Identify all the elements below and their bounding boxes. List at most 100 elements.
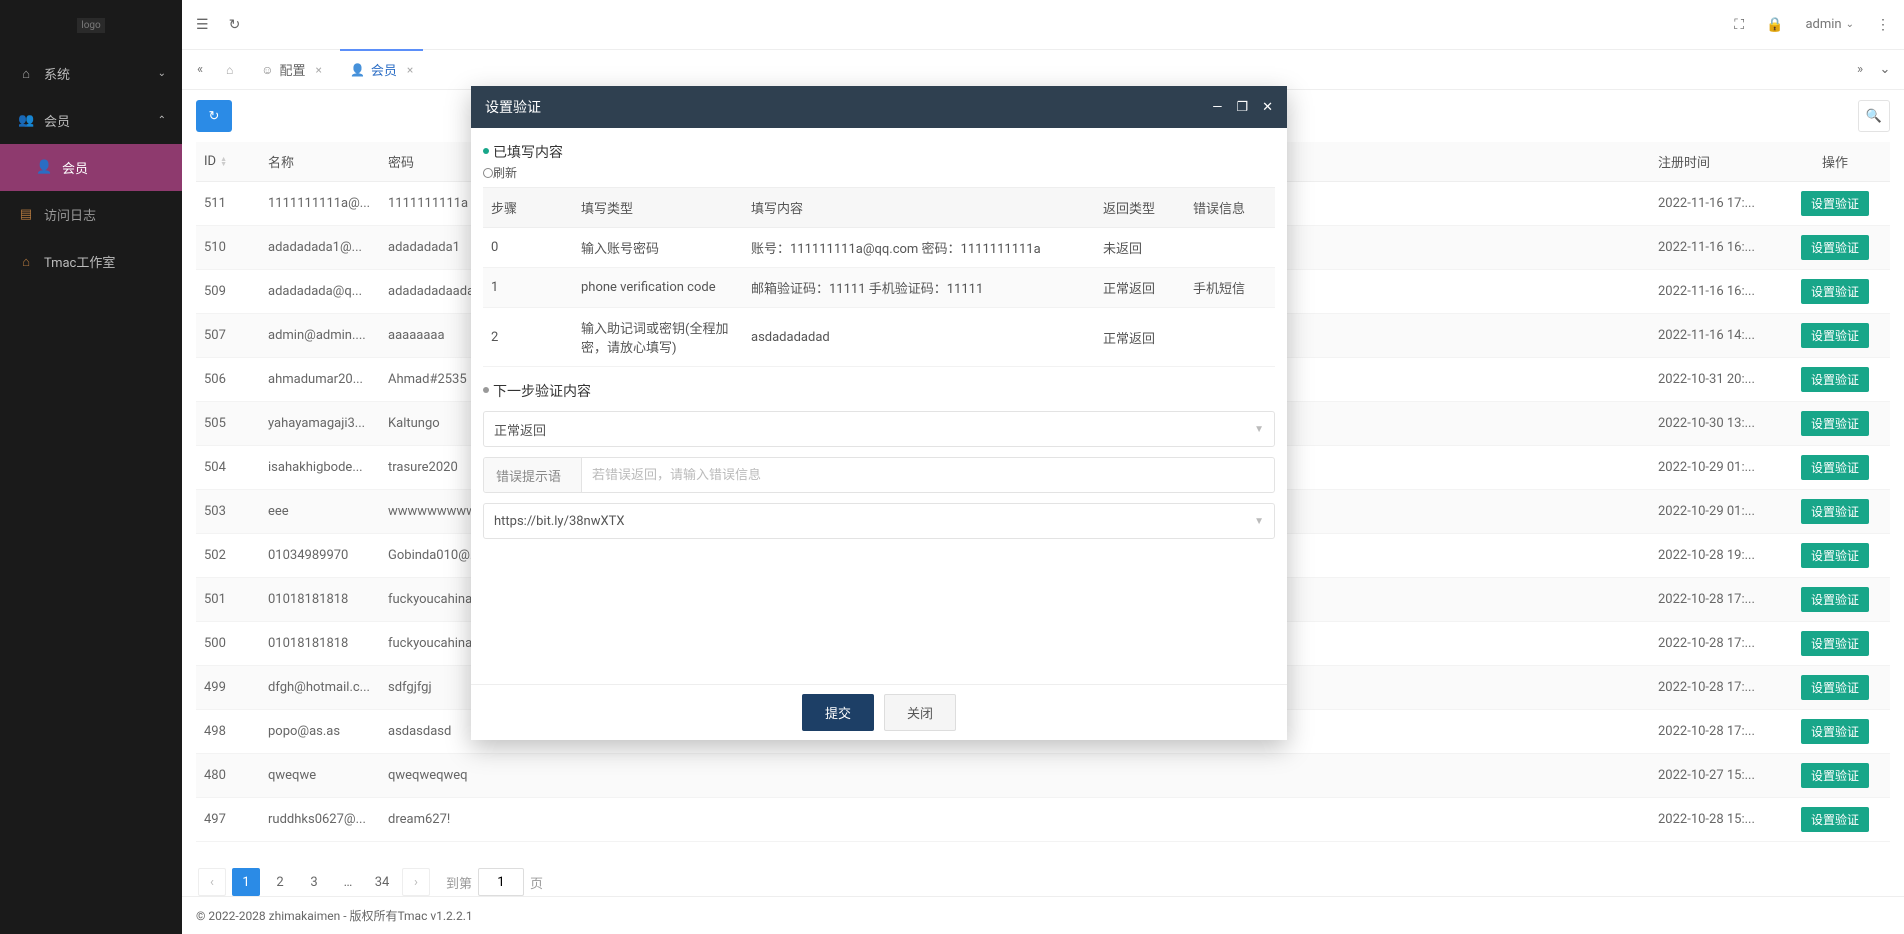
th-err: 错误信息 xyxy=(1185,188,1275,228)
maximize-icon[interactable]: ❐ xyxy=(1236,100,1248,115)
th-name[interactable]: 名称 xyxy=(260,142,380,182)
set-verify-button[interactable]: 设置验证 xyxy=(1801,719,1869,744)
modal-header[interactable]: 设置验证 — ❐ ✕ xyxy=(471,86,1287,128)
pager-ellipsis: … xyxy=(334,868,362,896)
menu-toggle-icon[interactable]: ☰ xyxy=(196,17,209,33)
sidebar-item-system[interactable]: ⌂ 系统 ⌄ xyxy=(0,50,182,97)
error-msg-input[interactable] xyxy=(582,468,1274,483)
close-icon[interactable]: × xyxy=(316,63,322,77)
set-verify-button[interactable]: 设置验证 xyxy=(1801,191,1869,216)
cell-id: 509 xyxy=(196,270,260,314)
set-verify-button[interactable]: 设置验证 xyxy=(1801,675,1869,700)
cell-regtime: 2022-11-16 16:... xyxy=(1650,226,1780,270)
footer: © 2022-2028 zhimakaimen - 版权所有Tmac v1.2.… xyxy=(182,896,1904,934)
submit-button[interactable]: 提交 xyxy=(802,694,874,731)
cell-regtime: 2022-10-31 20:... xyxy=(1650,358,1780,402)
set-verify-button[interactable]: 设置验证 xyxy=(1801,499,1869,524)
cell-name: adadadada1@... xyxy=(260,226,380,270)
cell-type: phone verification code xyxy=(573,268,743,308)
tab-scroll-left[interactable]: « xyxy=(188,62,212,77)
fullscreen-icon[interactable]: ⛶ xyxy=(1734,17,1744,33)
cell-action: 设置验证 xyxy=(1780,798,1890,842)
cell-name: ahmadumar20... xyxy=(260,358,380,402)
cell-regtime: 2022-10-28 17:... xyxy=(1650,622,1780,666)
set-verify-button[interactable]: 设置验证 xyxy=(1801,631,1869,656)
refresh-button[interactable]: ↻ xyxy=(196,100,232,132)
error-msg-label: 错误提示语 xyxy=(484,458,582,492)
table-row[interactable]: 497ruddhks0627@...dream627!2022-10-28 15… xyxy=(196,798,1890,842)
select-value: https://bit.ly/38nwXTX xyxy=(494,514,625,529)
tab-dropdown[interactable]: ⌄ xyxy=(1872,62,1898,77)
more-icon[interactable]: ⋮ xyxy=(1876,17,1890,33)
set-verify-button[interactable]: 设置验证 xyxy=(1801,763,1869,788)
modal-refresh-link[interactable]: 刷新 xyxy=(483,164,517,181)
select-value: 正常返回 xyxy=(494,420,546,439)
set-verify-button[interactable]: 设置验证 xyxy=(1801,279,1869,304)
sidebar-item-tmac[interactable]: ⌂ Tmac工作室 xyxy=(0,238,182,285)
cell-action: 设置验证 xyxy=(1780,358,1890,402)
cell-action: 设置验证 xyxy=(1780,666,1890,710)
lock-icon[interactable]: 🔒 xyxy=(1766,17,1783,33)
return-type-select[interactable]: 正常返回 ▼ xyxy=(483,411,1275,447)
cell-regtime: 2022-10-28 17:... xyxy=(1650,710,1780,754)
th-type: 填写类型 xyxy=(573,188,743,228)
sidebar-item-member[interactable]: 👥 会员 ⌃ xyxy=(0,97,182,144)
users-icon: 👥 xyxy=(18,113,34,128)
cell-regtime: 2022-11-16 17:... xyxy=(1650,182,1780,226)
pager-page[interactable]: 1 xyxy=(232,868,260,896)
pager-goto-input[interactable] xyxy=(478,868,524,896)
pager-next[interactable]: › xyxy=(402,868,430,896)
set-verify-button[interactable]: 设置验证 xyxy=(1801,367,1869,392)
tab-scroll-right[interactable]: » xyxy=(1848,62,1872,77)
set-verify-button[interactable]: 设置验证 xyxy=(1801,807,1869,832)
tab-home[interactable]: ⌂ xyxy=(212,50,247,90)
pager-page[interactable]: 34 xyxy=(368,868,396,896)
home-icon: ⌂ xyxy=(18,254,34,270)
smile-icon: ☺ xyxy=(261,63,273,77)
section-filled-label: 已填写内容 xyxy=(483,142,1275,162)
cell-password: dream627! xyxy=(380,798,500,842)
refresh-icon[interactable]: ↻ xyxy=(229,17,241,33)
cell-action: 设置验证 xyxy=(1780,270,1890,314)
close-icon[interactable]: × xyxy=(407,63,413,77)
set-verify-button[interactable]: 设置验证 xyxy=(1801,543,1869,568)
cell-content: 账号：111111111a@qq.com 密码：1111111111a xyxy=(743,228,1095,268)
tab-config[interactable]: ☺ 配置 × xyxy=(247,50,336,90)
logo-placeholder: logo xyxy=(77,18,104,33)
set-verify-button[interactable]: 设置验证 xyxy=(1801,235,1869,260)
pager-prev[interactable]: ‹ xyxy=(198,868,226,896)
cell-name: qweqwe xyxy=(260,754,380,798)
th-regtime[interactable]: 注册时间 xyxy=(1650,142,1780,182)
cell-id: 480 xyxy=(196,754,260,798)
cell-err: 手机短信 xyxy=(1185,268,1275,308)
set-verify-button[interactable]: 设置验证 xyxy=(1801,411,1869,436)
cell-id: 504 xyxy=(196,446,260,490)
close-button[interactable]: 关闭 xyxy=(884,694,956,731)
cell-name: popo@as.as xyxy=(260,710,380,754)
cell-type: 输入账号密码 xyxy=(573,228,743,268)
cell-regtime: 2022-10-29 01:... xyxy=(1650,446,1780,490)
section-next-label: 下一步验证内容 xyxy=(483,381,1275,401)
sidebar-subitem-member[interactable]: 👤 会员 xyxy=(0,144,182,191)
th-content: 填写内容 xyxy=(743,188,1095,228)
sidebar: logo ⌂ 系统 ⌄ 👥 会员 ⌃ 👤 会员 ▤ 访问日志 ⌂ Tmac工作室 xyxy=(0,0,182,934)
cell-regtime: 2022-10-28 19:... xyxy=(1650,534,1780,578)
set-verify-button[interactable]: 设置验证 xyxy=(1801,455,1869,480)
close-icon[interactable]: ✕ xyxy=(1262,100,1273,115)
set-verify-button[interactable]: 设置验证 xyxy=(1801,587,1869,612)
minimize-icon[interactable]: — xyxy=(1212,100,1222,115)
pager-page[interactable]: 3 xyxy=(300,868,328,896)
th-step: 步骤 xyxy=(483,188,573,228)
tab-member[interactable]: 👤 会员 × xyxy=(336,50,427,90)
th-id[interactable]: ID▲▼ xyxy=(196,142,260,182)
pager-page[interactable]: 2 xyxy=(266,868,294,896)
table-row[interactable]: 480qweqweqweqweqweq2022-10-27 15:...设置验证 xyxy=(196,754,1890,798)
set-verify-button[interactable]: 设置验证 xyxy=(1801,323,1869,348)
cell-regtime: 2022-10-28 17:... xyxy=(1650,578,1780,622)
user-dropdown[interactable]: admin ⌄ xyxy=(1805,17,1854,32)
cell-id: 510 xyxy=(196,226,260,270)
search-button[interactable]: 🔍 xyxy=(1858,100,1890,132)
sidebar-item-visitlog[interactable]: ▤ 访问日志 xyxy=(0,191,182,238)
cell-id: 505 xyxy=(196,402,260,446)
url-select[interactable]: https://bit.ly/38nwXTX ▼ xyxy=(483,503,1275,539)
